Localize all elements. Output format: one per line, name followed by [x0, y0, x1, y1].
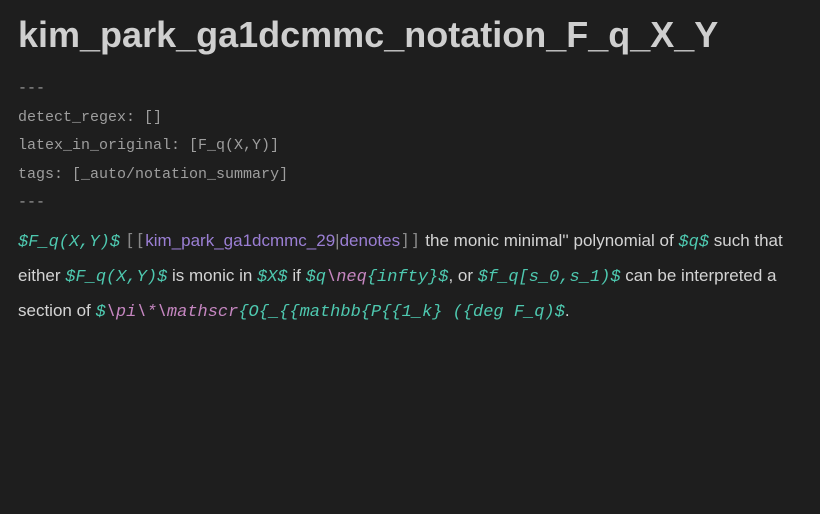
- wikilink-close: ]]: [400, 231, 420, 251]
- fm-val-2: [_auto/notation_summary]: [72, 166, 288, 183]
- math-expr-4: $X$: [257, 268, 288, 287]
- math-expr-7: $\pi\*\mathscr{O{_{{mathbb{P{{1_k} ({deg…: [96, 303, 565, 322]
- body-text-5: , or: [448, 266, 477, 285]
- body-text-1: the monic minimal'' polynomial of: [421, 231, 679, 250]
- wikilink-label: denotes: [340, 231, 401, 250]
- frontmatter-line-2: tags: [_auto/notation_summary]: [18, 161, 802, 190]
- fm-key-1: latex_in_original: [18, 137, 171, 154]
- fm-val-0: []: [144, 109, 162, 126]
- math-expr-2: $q$: [678, 233, 709, 252]
- frontmatter-line-0: detect_regex: []: [18, 104, 802, 133]
- math-expr-6: $f_q[s_0,s_1)$: [478, 268, 621, 287]
- frontmatter-sep-bottom: ---: [18, 189, 802, 218]
- wikilink-target: kim_park_ga1dcmmc_29: [145, 231, 335, 250]
- frontmatter-line-1: latex_in_original: [F_q(X,Y)]: [18, 132, 802, 161]
- frontmatter-block: --- detect_regex: [] latex_in_original: …: [18, 75, 802, 218]
- body-text-4: if: [288, 266, 306, 285]
- fm-val-1: [F_q(X,Y)]: [189, 137, 279, 154]
- fm-key-2: tags: [18, 166, 54, 183]
- body-text-7: .: [565, 301, 570, 320]
- wikilink[interactable]: kim_park_ga1dcmmc_29|denotes: [145, 231, 400, 250]
- math-expr-3: $F_q(X,Y)$: [65, 268, 167, 287]
- math-expr-5: $q\neq{infty}$: [306, 268, 449, 287]
- page-title: kim_park_ga1dcmmc_notation_F_q_X_Y: [18, 12, 802, 57]
- body-text-3: is monic in: [167, 266, 257, 285]
- note-body: $F_q(X,Y)$ [[kim_park_ga1dcmmc_29|denote…: [18, 224, 802, 329]
- wikilink-open: [[: [125, 231, 145, 251]
- frontmatter-sep-top: ---: [18, 75, 802, 104]
- fm-key-0: detect_regex: [18, 109, 126, 126]
- math-expr-1: $F_q(X,Y)$: [18, 233, 120, 252]
